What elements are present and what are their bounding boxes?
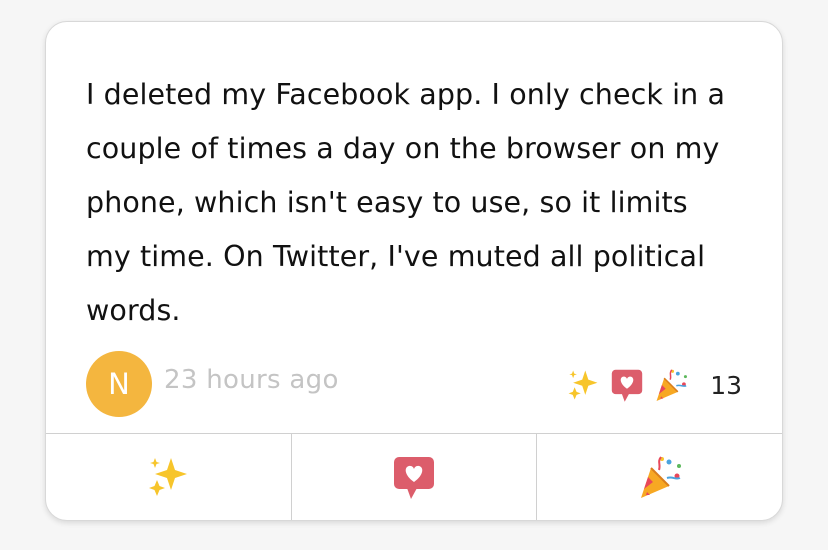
heart-speech-bubble-icon [394,457,434,499]
sparkles-icon [568,370,598,400]
comment-text: I deleted my Facebook app. I only check … [86,78,726,327]
sparkles-reaction-button[interactable] [46,434,291,520]
comment-meta: N 23 hours ago 13 [86,351,742,417]
comment-card: I deleted my Facebook app. I only check … [45,21,783,521]
heart-reaction-button[interactable] [290,434,537,520]
timestamp: 23 hours ago [164,365,339,395]
party-popper-icon [656,369,688,401]
reaction-count: 13 [710,370,742,400]
party-reaction-button[interactable] [536,434,782,520]
party-popper-icon [640,456,681,498]
reaction-summary[interactable]: 13 [564,365,742,405]
avatar[interactable]: N [86,351,152,417]
heart-speech-bubble-icon [611,369,643,402]
reaction-action-bar [46,433,782,520]
sparkles-icon [149,458,188,496]
